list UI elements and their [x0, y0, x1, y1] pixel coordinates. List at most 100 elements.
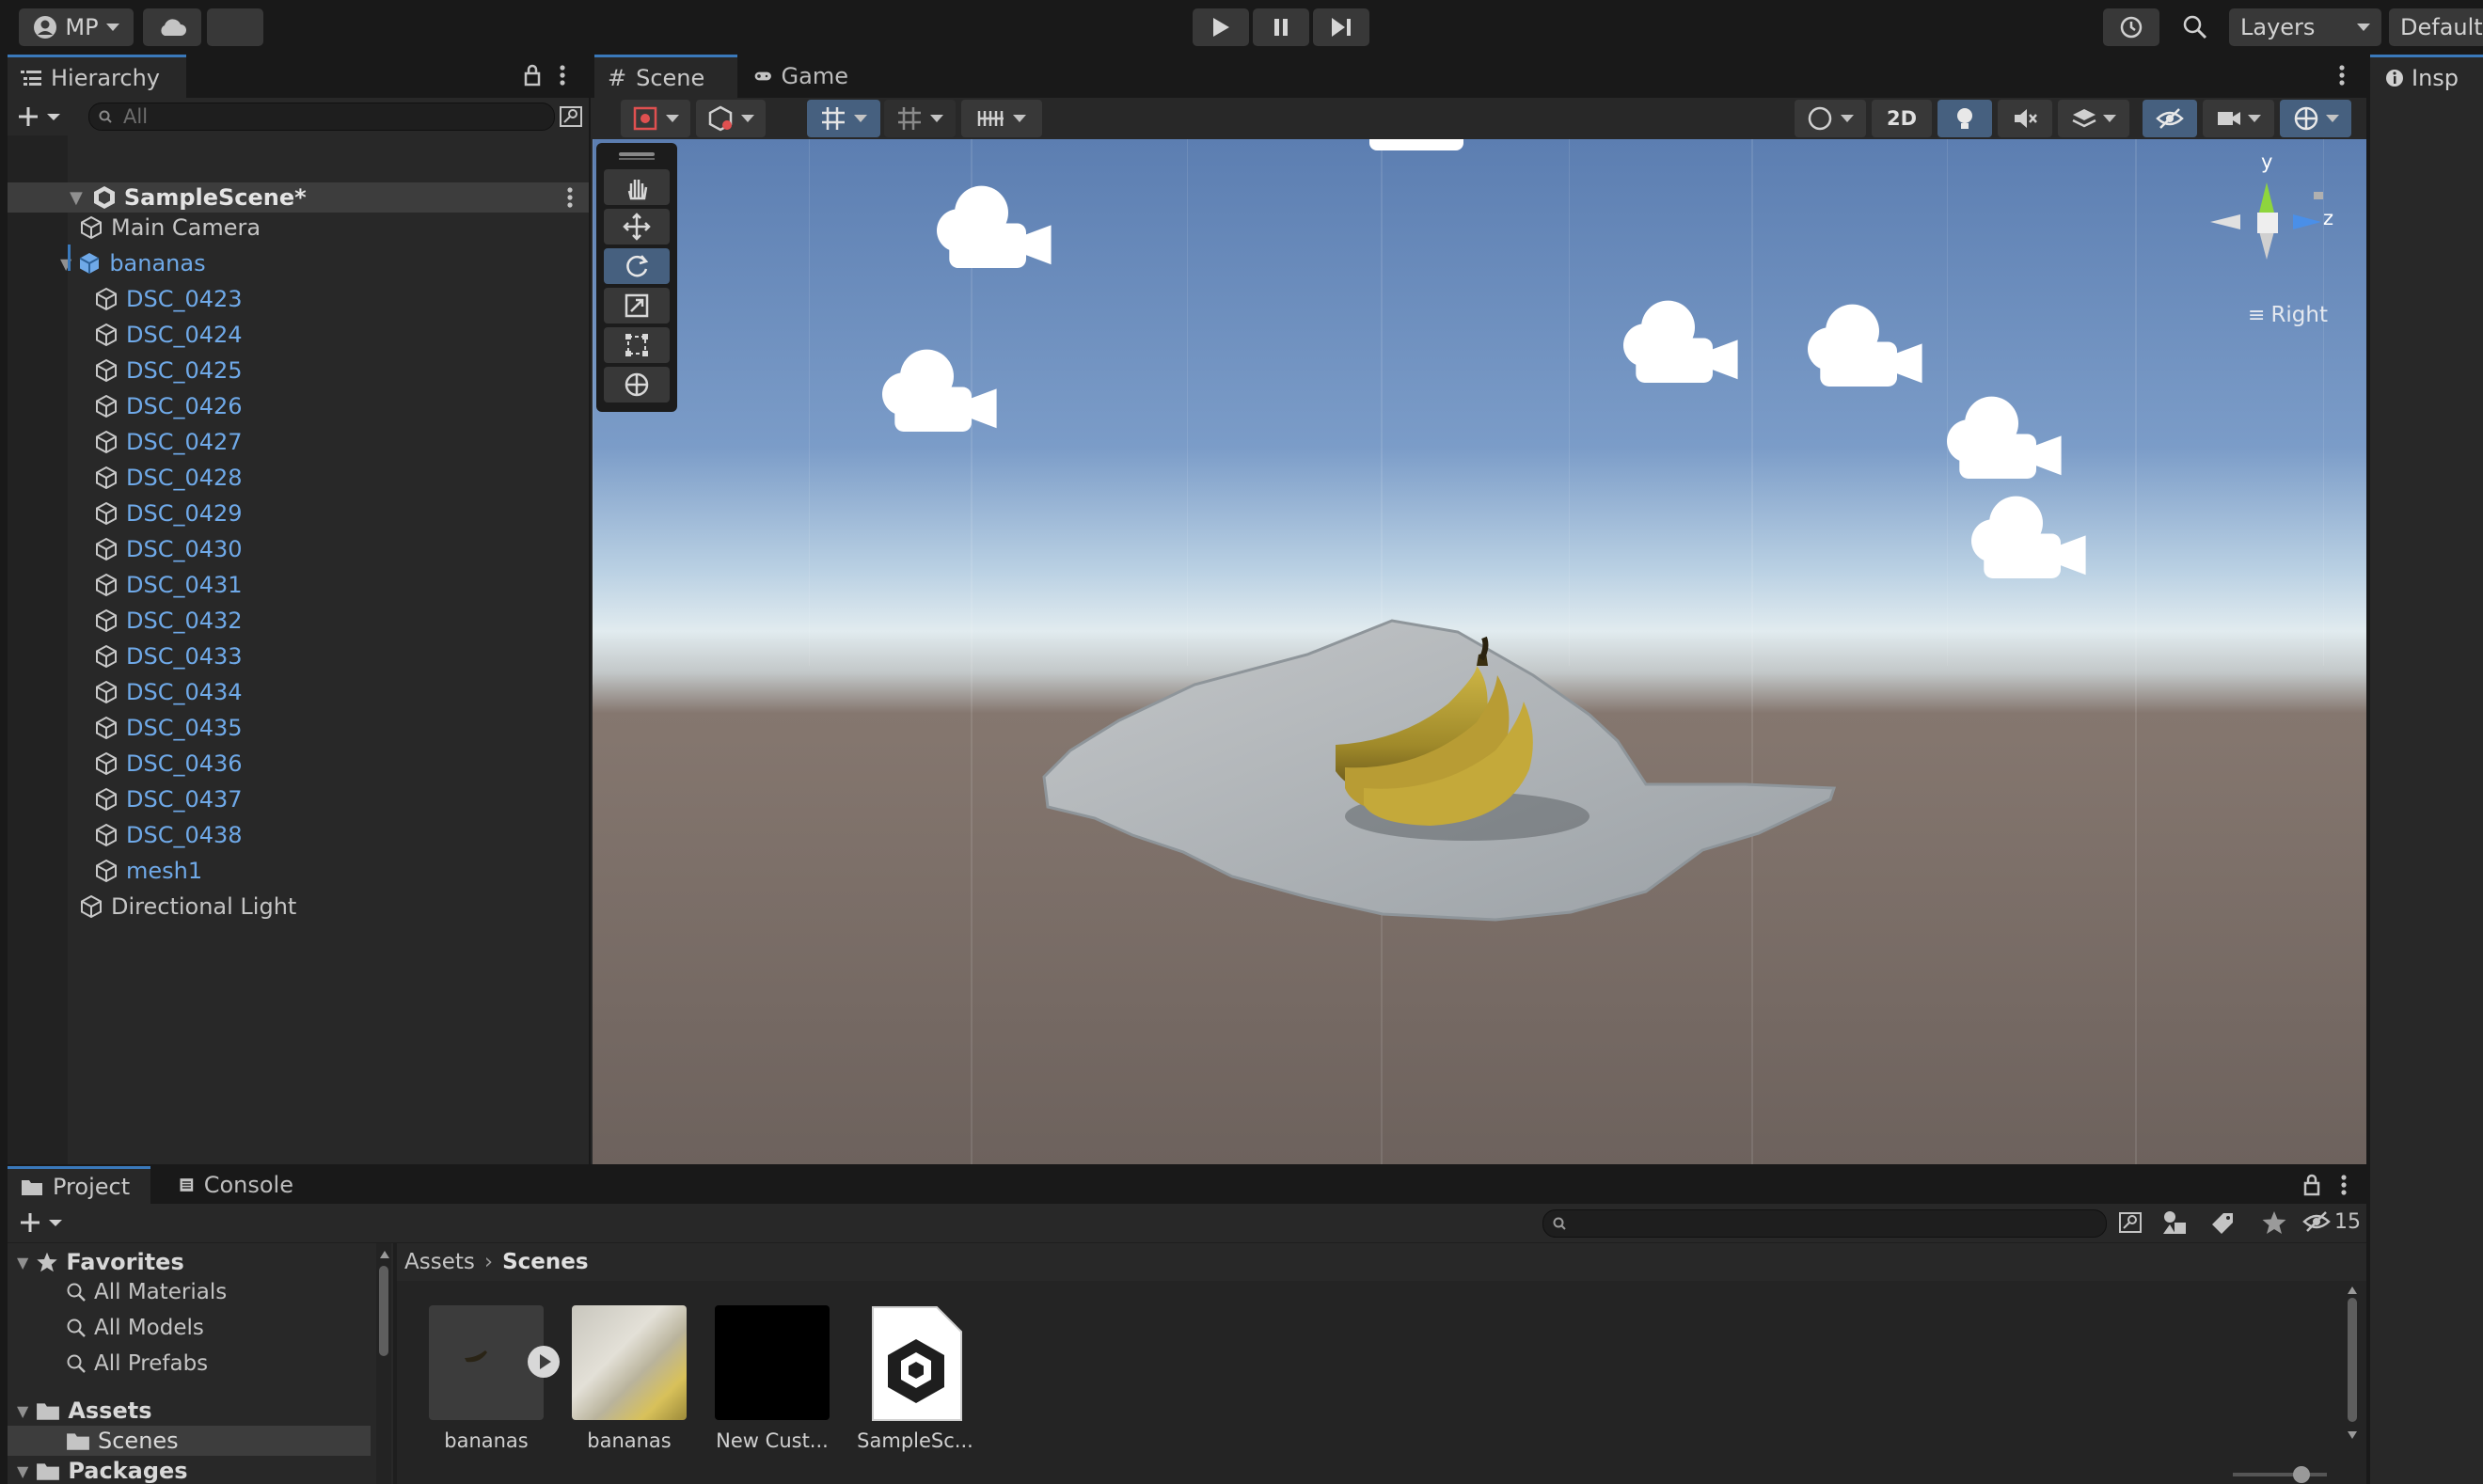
rotate-tool-button[interactable] [604, 248, 670, 284]
search-scope-icon[interactable] [2118, 1211, 2143, 1234]
label-tag-icon[interactable] [2210, 1211, 2235, 1236]
expand-arrow-icon[interactable]: ▼ [17, 1254, 28, 1271]
pause-button[interactable] [1253, 8, 1309, 46]
view-mode-label[interactable]: ≡ Right [2248, 303, 2328, 327]
scrollbar-thumb[interactable] [379, 1266, 388, 1356]
more-options-icon[interactable] [2340, 1174, 2348, 1196]
scene-viewport[interactable]: y z ≡ Right [593, 139, 2366, 1164]
hierarchy-item[interactable]: ▼ bananas [8, 248, 589, 278]
audio-toggle[interactable] [1998, 100, 2052, 137]
favorites-item[interactable]: All Prefabs [8, 1349, 365, 1379]
hierarchy-item[interactable]: DSC_0424 [8, 320, 589, 350]
lock-icon[interactable] [523, 64, 542, 87]
star-icon[interactable] [2261, 1209, 2287, 1236]
favorites-item[interactable]: All Models [8, 1313, 365, 1343]
hierarchy-item[interactable]: DSC_0426 [8, 391, 589, 421]
search-button[interactable] [2169, 8, 2222, 46]
hierarchy-scene-row[interactable]: ▼ SampleScene* [8, 182, 589, 213]
expand-arrow-icon[interactable]: ▼ [70, 188, 83, 208]
expand-arrow-icon[interactable]: ▼ [17, 1462, 28, 1480]
project-search-input[interactable] [1542, 1209, 2107, 1238]
tab-hierarchy[interactable]: Hierarchy [8, 55, 186, 98]
hierarchy-item[interactable]: DSC_0433 [8, 641, 589, 671]
add-icon[interactable] [17, 105, 62, 128]
camera-gizmo-icon[interactable] [882, 349, 997, 432]
layout-dropdown[interactable]: Default [2389, 8, 2483, 46]
camera-dropdown[interactable] [2203, 100, 2274, 137]
hierarchy-item[interactable]: Directional Light [8, 892, 589, 922]
favorites-header[interactable]: ▼ Favorites [8, 1247, 365, 1277]
orientation-gizmo[interactable]: y z ≡ Right [2191, 150, 2342, 335]
undo-history-button[interactable] [2103, 8, 2159, 46]
layers-dropdown[interactable]: Layers [2229, 8, 2381, 46]
lock-icon[interactable] [2302, 1174, 2321, 1196]
hierarchy-item[interactable]: DSC_0430 [8, 534, 589, 564]
asset-tile[interactable]: New Cust... [713, 1305, 831, 1452]
camera-gizmo-icon[interactable] [1971, 496, 2086, 578]
play-button[interactable] [1193, 8, 1249, 46]
camera-gizmo-icon[interactable] [1808, 304, 1922, 387]
hierarchy-item[interactable]: DSC_0429 [8, 498, 589, 529]
assets-folder[interactable]: ▼ Assets [8, 1396, 365, 1426]
more-options-icon[interactable] [559, 64, 566, 87]
more-options-icon[interactable] [566, 186, 574, 209]
draw-mode-dropdown[interactable] [621, 100, 690, 137]
camera-gizmo-icon[interactable] [937, 185, 1052, 268]
packages-folder[interactable]: ▼ Packages [8, 1456, 365, 1484]
folder-tree-scrollbar[interactable] [376, 1243, 391, 1484]
camera-gizmo-icon[interactable] [1623, 300, 1738, 383]
scrollbar-thumb[interactable] [2348, 1298, 2357, 1422]
increment-snap-dropdown[interactable] [961, 100, 1042, 137]
transform-tool-button[interactable] [604, 367, 670, 403]
grid-visibility-dropdown[interactable] [884, 100, 956, 137]
shading-dropdown[interactable] [1795, 100, 1866, 137]
tab-console[interactable]: Console [166, 1166, 307, 1204]
effects-dropdown[interactable] [2058, 100, 2129, 137]
hierarchy-item[interactable]: mesh1 [8, 856, 589, 886]
tab-scene[interactable]: # Scene [594, 55, 737, 98]
hidden-objects-toggle[interactable] [2143, 100, 2197, 137]
hierarchy-item[interactable]: DSC_0437 [8, 784, 589, 814]
camera-gizmo-icon[interactable] [1947, 396, 2062, 479]
zoom-slider[interactable] [2233, 1466, 2327, 1483]
filter-by-type-icon[interactable] [2161, 1209, 2188, 1236]
hierarchy-search-input[interactable]: All [88, 103, 555, 131]
favorites-item[interactable]: All Materials [8, 1277, 365, 1307]
hierarchy-item[interactable]: DSC_0428 [8, 463, 589, 493]
expand-arrow-icon[interactable]: ▼ [17, 1402, 28, 1420]
scene-search-icon[interactable] [559, 105, 583, 128]
tab-project[interactable]: Project [8, 1166, 150, 1204]
snap-toggle[interactable] [807, 100, 880, 137]
hierarchy-item[interactable]: DSC_0434 [8, 677, 589, 707]
move-tool-button[interactable] [604, 209, 670, 245]
hierarchy-item[interactable]: DSC_0438 [8, 820, 589, 850]
asset-tile[interactable]: bananas [427, 1305, 560, 1452]
hierarchy-item[interactable]: DSC_0431 [8, 570, 589, 600]
more-options-icon[interactable] [2338, 64, 2346, 87]
toggle-2d-button[interactable]: 2D [1872, 100, 1932, 137]
add-icon[interactable] [19, 1211, 64, 1234]
account-dropdown[interactable]: MP [19, 8, 134, 46]
hand-tool-button[interactable] [604, 169, 670, 205]
step-button[interactable] [1313, 8, 1369, 46]
zoom-slider-thumb[interactable] [2293, 1466, 2310, 1483]
drag-handle[interactable] [619, 152, 655, 156]
hierarchy-item[interactable]: DSC_0423 [8, 284, 589, 314]
hierarchy-item[interactable]: DSC_0436 [8, 749, 589, 779]
render-mode-dropdown[interactable] [696, 100, 766, 137]
hierarchy-item[interactable]: DSC_0435 [8, 713, 589, 743]
play-preview-icon[interactable] [527, 1345, 561, 1379]
tab-game[interactable]: Game [741, 55, 862, 98]
tab-inspector[interactable]: Insp [2370, 55, 2483, 98]
gizmos-dropdown[interactable] [2280, 100, 2351, 137]
breadcrumb-scenes[interactable]: Scenes [502, 1250, 588, 1274]
breadcrumb-assets[interactable]: Assets [404, 1250, 475, 1274]
collab-button[interactable] [207, 8, 263, 46]
hierarchy-item[interactable]: Main Camera [8, 213, 589, 243]
scenes-folder[interactable]: Scenes [8, 1426, 371, 1456]
scale-tool-button[interactable] [604, 288, 670, 324]
hierarchy-item[interactable]: DSC_0427 [8, 427, 589, 457]
hidden-packages-toggle[interactable]: 15 [2302, 1209, 2361, 1234]
asset-tile[interactable]: SampleSc... [856, 1305, 974, 1452]
hierarchy-item[interactable]: DSC_0432 [8, 606, 589, 636]
